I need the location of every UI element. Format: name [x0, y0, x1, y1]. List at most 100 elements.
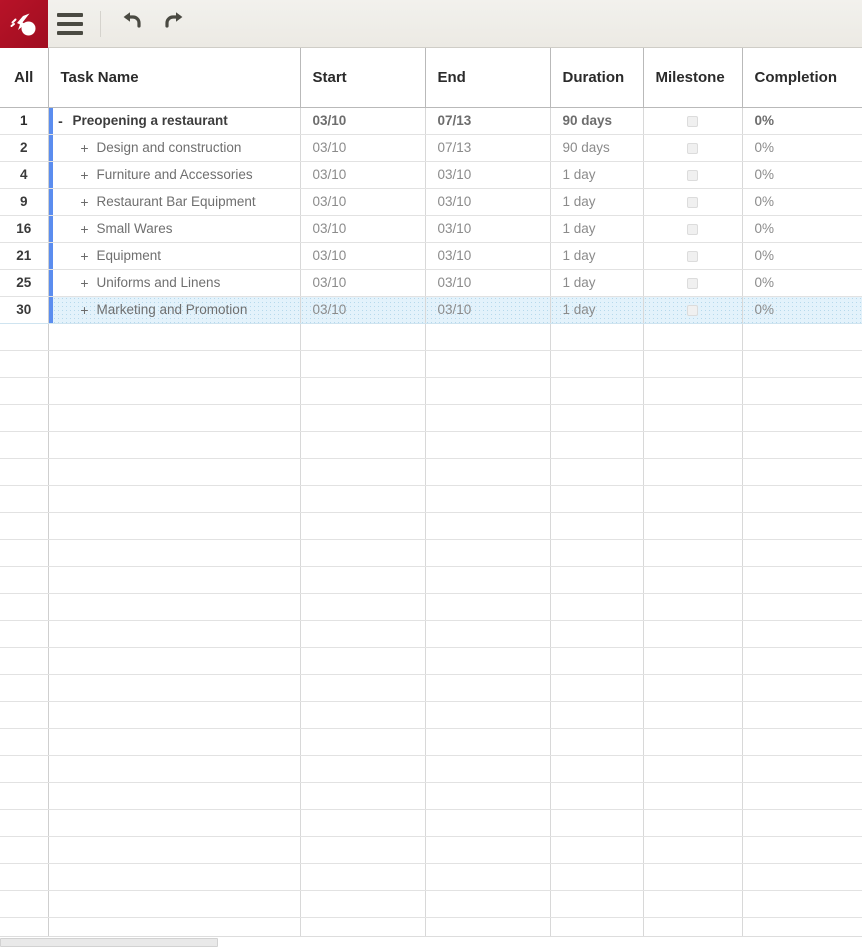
start-date-cell[interactable]: 03/10: [300, 188, 426, 216]
empty-start-date-cell[interactable]: [300, 755, 426, 783]
empty-row-id-cell[interactable]: [0, 755, 49, 783]
empty-completion-cell[interactable]: [742, 620, 862, 648]
milestone-cell[interactable]: [643, 107, 743, 135]
milestone-cell[interactable]: [643, 296, 743, 324]
expand-toggle-icon[interactable]: +: [77, 302, 93, 318]
empty-start-date-cell[interactable]: [300, 377, 426, 405]
redo-button[interactable]: [153, 4, 197, 44]
empty-task-name-cell[interactable]: [48, 485, 301, 513]
empty-task-name-cell[interactable]: [48, 674, 301, 702]
end-date-cell[interactable]: 07/13: [425, 107, 551, 135]
empty-start-date-cell[interactable]: [300, 566, 426, 594]
column-header-start[interactable]: Start: [300, 48, 426, 108]
empty-completion-cell[interactable]: [742, 890, 862, 918]
table-row[interactable]: 16 + Small Wares 03/10 03/10 1 day 0%: [0, 215, 862, 243]
empty-row-id-cell[interactable]: [0, 512, 49, 540]
empty-end-date-cell[interactable]: [425, 728, 551, 756]
empty-task-name-cell[interactable]: [48, 539, 301, 567]
empty-duration-cell[interactable]: [550, 323, 644, 351]
empty-row-id-cell[interactable]: [0, 647, 49, 675]
empty-task-name-cell[interactable]: [48, 458, 301, 486]
empty-task-name-cell[interactable]: [48, 593, 301, 621]
empty-milestone-cell[interactable]: [643, 863, 743, 891]
horizontal-scrollbar[interactable]: [0, 936, 862, 948]
empty-task-name-cell[interactable]: [48, 782, 301, 810]
empty-completion-cell[interactable]: [742, 377, 862, 405]
milestone-checkbox[interactable]: [687, 277, 698, 289]
empty-end-date-cell[interactable]: [425, 350, 551, 378]
row-id-cell[interactable]: 21: [0, 242, 49, 270]
empty-milestone-cell[interactable]: [643, 485, 743, 513]
empty-table-row[interactable]: [0, 620, 862, 648]
empty-duration-cell[interactable]: [550, 566, 644, 594]
task-name-cell[interactable]: + Furniture and Accessories: [48, 161, 301, 189]
undo-button[interactable]: [109, 4, 153, 44]
completion-cell[interactable]: 0%: [742, 188, 862, 216]
column-header-task-name[interactable]: Task Name: [48, 48, 301, 108]
task-name-cell[interactable]: + Uniforms and Linens: [48, 269, 301, 297]
empty-end-date-cell[interactable]: [425, 458, 551, 486]
empty-start-date-cell[interactable]: [300, 350, 426, 378]
empty-task-name-cell[interactable]: [48, 512, 301, 540]
empty-table-row[interactable]: [0, 782, 862, 810]
empty-table-row[interactable]: [0, 350, 862, 378]
empty-milestone-cell[interactable]: [643, 836, 743, 864]
empty-duration-cell[interactable]: [550, 350, 644, 378]
empty-milestone-cell[interactable]: [643, 755, 743, 783]
empty-table-row[interactable]: [0, 890, 862, 918]
empty-start-date-cell[interactable]: [300, 647, 426, 675]
empty-completion-cell[interactable]: [742, 647, 862, 675]
empty-table-row[interactable]: [0, 431, 862, 459]
empty-completion-cell[interactable]: [742, 458, 862, 486]
row-id-cell[interactable]: 1: [0, 107, 49, 135]
empty-completion-cell[interactable]: [742, 755, 862, 783]
empty-row-id-cell[interactable]: [0, 350, 49, 378]
empty-end-date-cell[interactable]: [425, 647, 551, 675]
empty-task-name-cell[interactable]: [48, 350, 301, 378]
hamburger-menu-button[interactable]: [48, 4, 92, 44]
empty-row-id-cell[interactable]: [0, 539, 49, 567]
empty-milestone-cell[interactable]: [643, 377, 743, 405]
empty-start-date-cell[interactable]: [300, 782, 426, 810]
milestone-checkbox[interactable]: [687, 223, 698, 235]
row-id-cell[interactable]: 4: [0, 161, 49, 189]
column-header-end[interactable]: End: [425, 48, 551, 108]
table-row[interactable]: 21 + Equipment 03/10 03/10 1 day 0%: [0, 242, 862, 270]
start-date-cell[interactable]: 03/10: [300, 107, 426, 135]
empty-completion-cell[interactable]: [742, 674, 862, 702]
empty-duration-cell[interactable]: [550, 836, 644, 864]
empty-task-name-cell[interactable]: [48, 620, 301, 648]
empty-milestone-cell[interactable]: [643, 647, 743, 675]
empty-row-id-cell[interactable]: [0, 890, 49, 918]
empty-row-id-cell[interactable]: [0, 674, 49, 702]
start-date-cell[interactable]: 03/10: [300, 242, 426, 270]
empty-completion-cell[interactable]: [742, 404, 862, 432]
empty-milestone-cell[interactable]: [643, 701, 743, 729]
task-name-cell[interactable]: + Small Wares: [48, 215, 301, 243]
empty-table-row[interactable]: [0, 809, 862, 837]
empty-duration-cell[interactable]: [550, 377, 644, 405]
column-header-completion[interactable]: Completion: [742, 48, 862, 108]
empty-duration-cell[interactable]: [550, 674, 644, 702]
duration-cell[interactable]: 1 day: [550, 215, 644, 243]
empty-duration-cell[interactable]: [550, 728, 644, 756]
empty-task-name-cell[interactable]: [48, 863, 301, 891]
empty-start-date-cell[interactable]: [300, 728, 426, 756]
empty-start-date-cell[interactable]: [300, 323, 426, 351]
completion-cell[interactable]: 0%: [742, 269, 862, 297]
empty-row-id-cell[interactable]: [0, 620, 49, 648]
empty-task-name-cell[interactable]: [48, 647, 301, 675]
table-row[interactable]: 25 + Uniforms and Linens 03/10 03/10 1 day 0%: [0, 269, 862, 297]
empty-task-name-cell[interactable]: [48, 701, 301, 729]
duration-cell[interactable]: 1 day: [550, 161, 644, 189]
empty-end-date-cell[interactable]: [425, 863, 551, 891]
empty-end-date-cell[interactable]: [425, 701, 551, 729]
expand-toggle-icon[interactable]: +: [77, 221, 93, 237]
empty-table-row[interactable]: [0, 512, 862, 540]
app-logo[interactable]: [0, 0, 48, 48]
empty-milestone-cell[interactable]: [643, 404, 743, 432]
expand-toggle-icon[interactable]: +: [77, 167, 93, 183]
empty-start-date-cell[interactable]: [300, 890, 426, 918]
column-header-all[interactable]: All: [0, 48, 49, 108]
empty-task-name-cell[interactable]: [48, 890, 301, 918]
